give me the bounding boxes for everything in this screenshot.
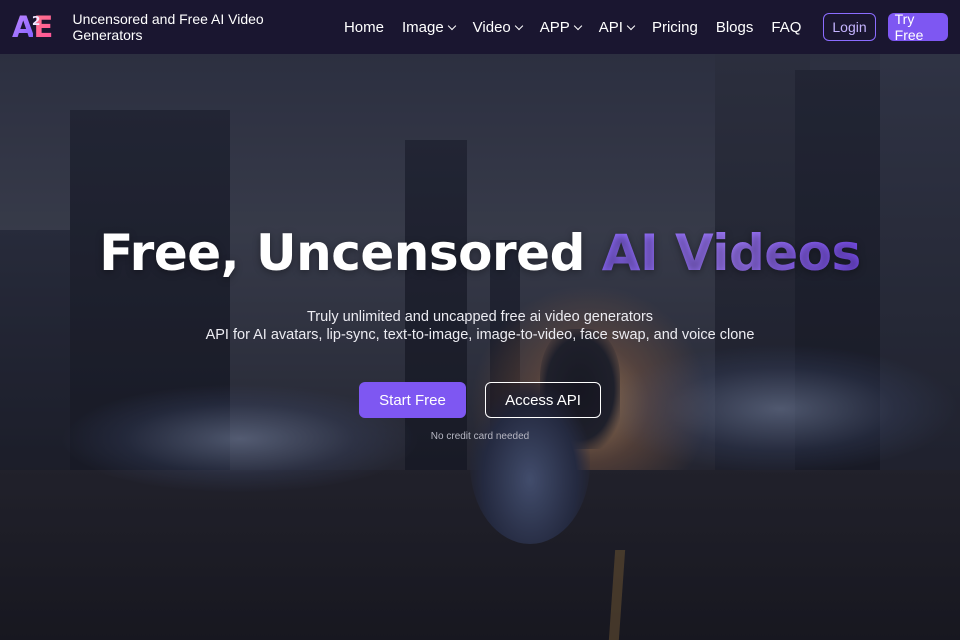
chevron-down-icon xyxy=(573,21,583,30)
nav-label: FAQ xyxy=(771,18,802,36)
nav-item-home[interactable]: Home xyxy=(335,0,393,54)
logo-letter-a: A xyxy=(12,10,34,44)
nav-label: Pricing xyxy=(651,18,698,36)
login-button[interactable]: Login xyxy=(823,13,876,41)
nav-item-pricing[interactable]: Pricing xyxy=(643,0,707,54)
nav-label: Image xyxy=(401,18,444,36)
start-free-button[interactable]: Start Free xyxy=(359,382,466,418)
nav-item-app[interactable]: APP xyxy=(531,0,590,54)
headline-accent-text: AI Videos xyxy=(601,224,861,282)
headline-main-text: Free, Uncensored xyxy=(99,224,602,282)
nav-label: Home xyxy=(343,18,384,36)
chevron-down-icon xyxy=(514,21,524,30)
access-api-button[interactable]: Access API xyxy=(485,382,601,418)
try-free-button[interactable]: Try Free xyxy=(887,11,948,43)
chevron-down-icon xyxy=(447,21,456,30)
nav-item-blogs[interactable]: Blogs xyxy=(707,0,763,54)
hero-subtitle-2: API for AI avatars, lip-sync, text-to-im… xyxy=(205,327,755,343)
hero-subtitle-1: Truly unlimited and uncapped free ai vid… xyxy=(306,309,654,325)
cta-buttons: Start Free Access API xyxy=(0,382,960,418)
nav-label: APP xyxy=(539,18,570,36)
nav-item-api[interactable]: API xyxy=(590,0,643,54)
top-navbar: AE 2 Uncensored and Free AI Video Genera… xyxy=(0,0,960,54)
nav-label: API xyxy=(598,18,623,36)
main-nav: Home Image Video APP API Pricing Blogs F… xyxy=(335,0,948,54)
brand-tagline: Uncensored and Free AI Video Generators xyxy=(72,11,264,43)
nav-label: Video xyxy=(472,18,511,36)
a2e-logo: AE 2 xyxy=(12,10,62,44)
nav-item-image[interactable]: Image xyxy=(393,0,464,54)
hero-content: Free, Uncensored AI Videos Truly unlimit… xyxy=(0,54,960,640)
brand-logo-link[interactable]: AE 2 Uncensored and Free AI Video Genera… xyxy=(12,10,335,44)
hero-headline: Free, Uncensored AI Videos xyxy=(0,224,960,282)
nav-label: Blogs xyxy=(715,18,754,36)
logo-superscript: 2 xyxy=(32,14,40,28)
nav-item-faq[interactable]: FAQ xyxy=(762,0,810,54)
no-credit-card-note: No credit card needed xyxy=(430,431,530,442)
nav-item-video[interactable]: Video xyxy=(464,0,531,54)
chevron-down-icon xyxy=(626,21,636,30)
